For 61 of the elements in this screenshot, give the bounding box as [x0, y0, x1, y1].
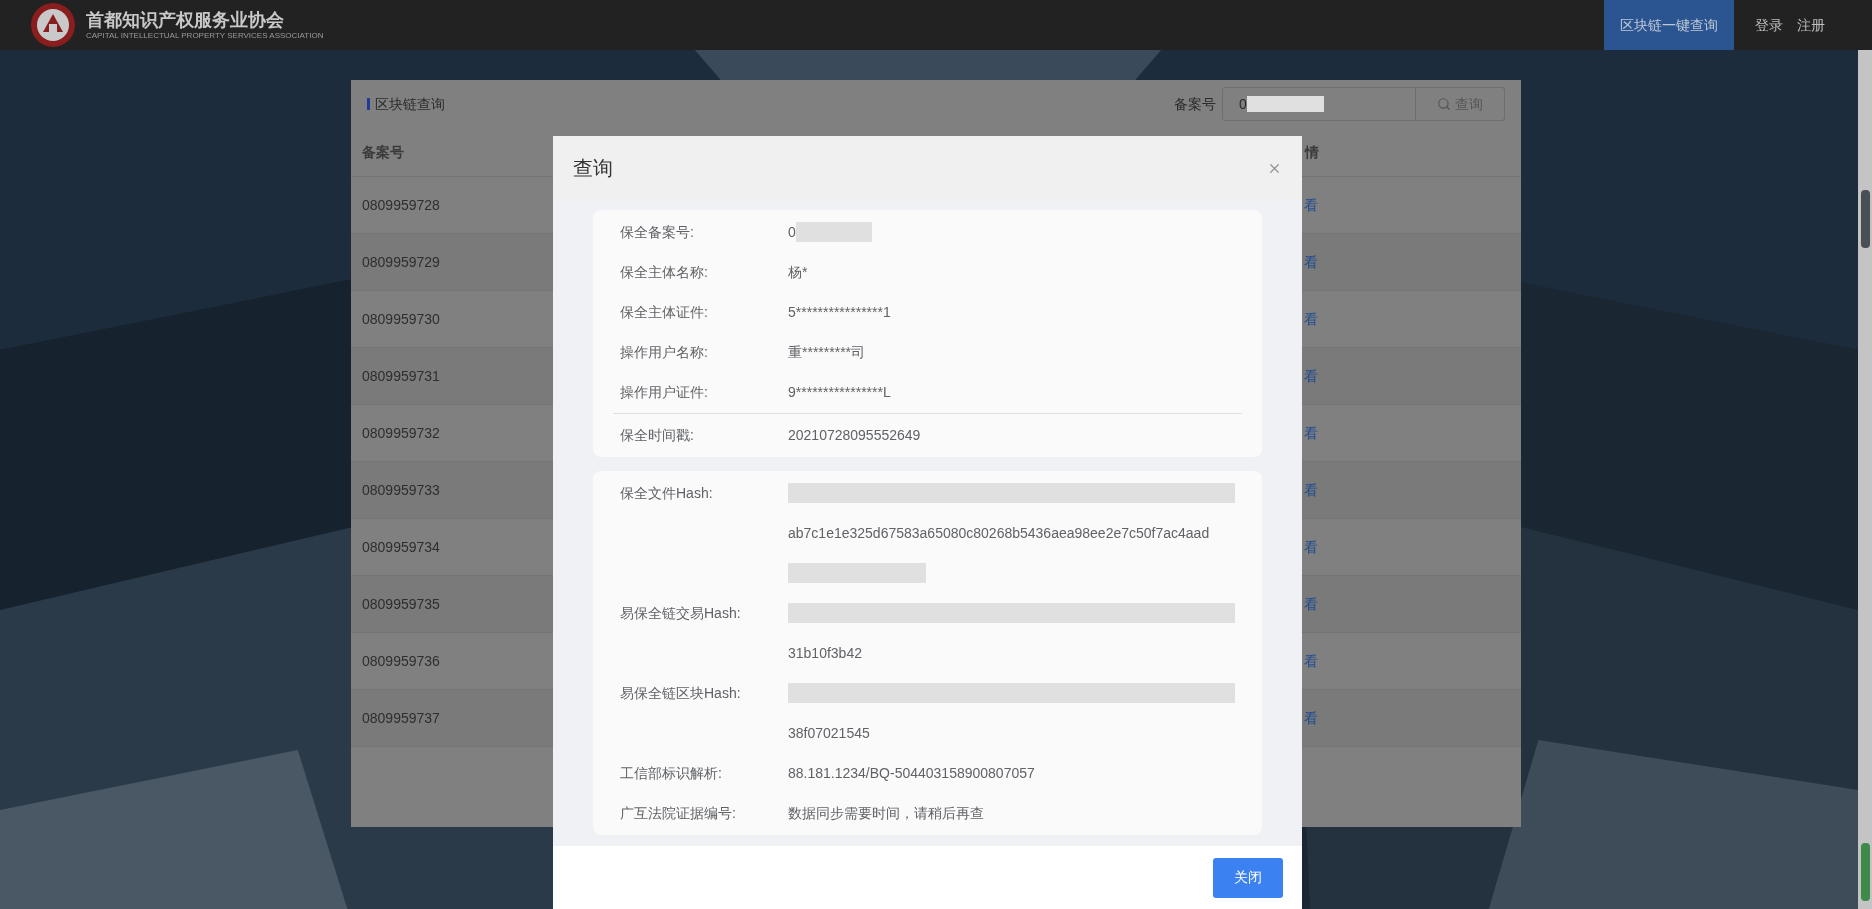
view-link[interactable]: 看 — [1304, 479, 1318, 501]
field-label: 易保全链区块Hash: — [620, 683, 741, 703]
field-value: 38f07021545 — [788, 723, 870, 743]
panel-title: 区块链查询 — [375, 94, 445, 114]
search-icon — [1437, 97, 1451, 111]
logo-icon — [28, 2, 78, 48]
table-cell-text: 0809959730 — [362, 309, 440, 329]
field-label: 保全备案号: — [620, 222, 694, 242]
scrollbar-thumb[interactable] — [1860, 190, 1870, 248]
close-button[interactable]: 关闭 — [1213, 857, 1283, 898]
field-value: 88.181.1234/BQ-504403158900807057 — [788, 763, 1035, 783]
scrollbar-thumb[interactable] — [1860, 843, 1870, 901]
title-marker — [367, 98, 370, 110]
field-value: 杨* — [788, 262, 808, 282]
site-title: 首都知识产权服务业协会 — [86, 10, 285, 29]
view-link[interactable]: 看 — [1304, 707, 1318, 729]
view-link[interactable]: 看 — [1304, 593, 1318, 615]
search-value: 0 — [1239, 94, 1247, 114]
field-value: 31b10f3b42 — [788, 643, 862, 663]
field-label: 保全主体证件: — [620, 302, 708, 322]
scrollbar[interactable] — [1858, 50, 1872, 909]
table-cell-text: 0809959737 — [362, 708, 440, 728]
table-cell-text: 0809959735 — [362, 594, 440, 614]
view-link[interactable]: 看 — [1304, 536, 1318, 558]
view-link[interactable]: 看 — [1304, 650, 1318, 672]
field-value: 0 — [788, 222, 796, 242]
column-header: 情 — [1305, 142, 1319, 162]
table-cell-text: 0809959733 — [362, 480, 440, 500]
modal-title: 查询 — [573, 156, 613, 181]
table-cell-text: 0809959736 — [362, 651, 440, 671]
field-value: 重*********司 — [788, 342, 866, 362]
field-label: 保全文件Hash: — [620, 483, 713, 503]
table-cell-text: 0809959734 — [362, 537, 440, 557]
search-label: 备案号 — [1174, 94, 1216, 114]
field-label: 保全主体名称: — [620, 262, 708, 282]
field-value: 20210728095552649 — [788, 425, 921, 445]
table-cell-text: 0809959732 — [362, 423, 440, 443]
nav-link[interactable]: 登录 — [1748, 0, 1790, 50]
field-label: 保全时间戳: — [620, 425, 694, 445]
column-header: 备案号 — [362, 142, 404, 162]
view-link[interactable]: 看 — [1304, 308, 1318, 330]
field-value: ab7c1e1e325d67583a65080c80268b5436aea98ee2e7c50f7ac4aad — [788, 523, 1210, 543]
field-value: 5****************1 — [788, 302, 891, 322]
field-label: 工信部标识解析: — [620, 763, 722, 783]
view-link[interactable]: 看 — [1304, 422, 1318, 444]
field-label: 操作用户名称: — [620, 342, 708, 362]
table-cell-text: 0809959728 — [362, 195, 440, 215]
field-value: 9****************L — [788, 382, 891, 402]
field-label: 操作用户证件: — [620, 382, 708, 402]
field-label: 广互法院证据编号: — [620, 803, 736, 823]
field-value: 数据同步需要时间，请稍后再查 — [788, 803, 984, 823]
view-link[interactable]: 看 — [1304, 194, 1318, 216]
table-cell-text: 0809959731 — [362, 366, 440, 386]
site-subtitle: CAPITAL INTELLECTUAL PROPERTY SERVICES ASSOCIATION — [86, 31, 324, 40]
search-field[interactable]: 0 — [1222, 87, 1416, 121]
nav-link[interactable]: 注册 — [1790, 0, 1832, 50]
field-label: 易保全链交易Hash: — [620, 603, 741, 623]
view-link[interactable]: 看 — [1304, 365, 1318, 387]
view-link[interactable]: 看 — [1304, 251, 1318, 273]
nav-link[interactable]: 区块链一键查询 — [1604, 0, 1734, 50]
table-cell-text: 0809959729 — [362, 252, 440, 272]
